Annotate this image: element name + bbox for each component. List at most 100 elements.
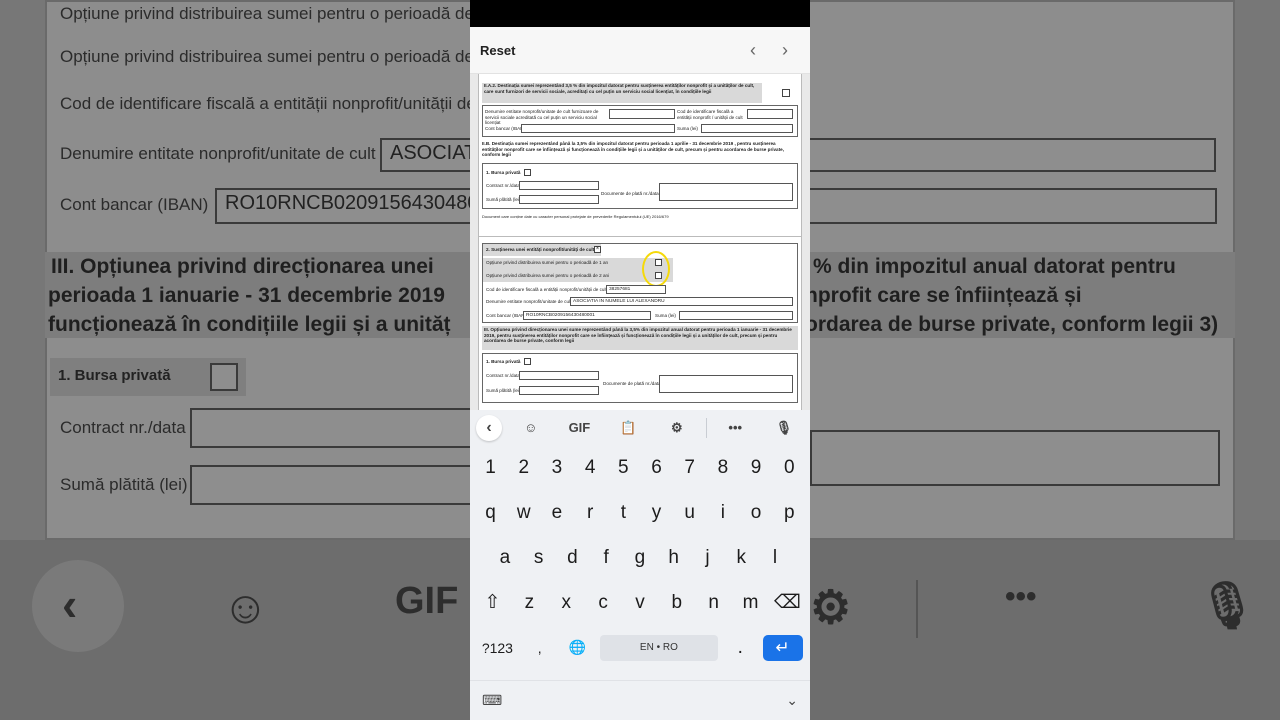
clipboard-icon[interactable]: 📋 <box>608 414 648 442</box>
bg-more-icon: ••• <box>1005 580 1037 613</box>
keyboard-switch-icon[interactable]: ⌨ <box>482 692 502 709</box>
b2-cod-label: Cod de identificare fiscală a entității … <box>677 109 743 120</box>
key-w[interactable]: w <box>508 502 539 524</box>
key-8[interactable]: 8 <box>707 457 738 479</box>
key-h[interactable]: h <box>658 547 689 569</box>
shift-icon[interactable]: ⇧ <box>477 591 508 614</box>
system-nav-bar: ⌨ ⌄ <box>470 680 810 720</box>
bursa-label-2: 1. Bursa privată <box>486 359 521 364</box>
key-u[interactable]: u <box>674 502 705 524</box>
document-view[interactable]: II.A.2. Destinația sumei reprezentând 3,… <box>470 74 810 410</box>
keyboard-row-3: ⇧ z x c v b n m ⌫ <box>470 580 810 625</box>
key-4[interactable]: 4 <box>575 457 606 479</box>
key-6[interactable]: 6 <box>641 457 672 479</box>
keyboard-row-1: q w e r t y u i o p <box>470 490 810 535</box>
key-d[interactable]: d <box>557 547 588 569</box>
p2-suma-field[interactable] <box>679 311 793 320</box>
contract-field-2[interactable] <box>519 371 599 380</box>
bg-gif-icon: GIF <box>395 580 459 622</box>
mic-icon[interactable]: 🎙 <box>764 414 804 442</box>
bg-contract-field <box>190 408 476 448</box>
bg-heading-right-2: nprofit care se înființează și <box>805 284 1082 307</box>
period-key[interactable]: . <box>725 637 756 659</box>
previous-page-button[interactable]: ‹ <box>750 40 756 61</box>
key-1[interactable]: 1 <box>475 457 506 479</box>
key-v[interactable]: v <box>624 592 655 614</box>
hide-keyboard-chevron-icon[interactable]: ⌄ <box>786 692 798 709</box>
key-s[interactable]: s <box>523 547 554 569</box>
backspace-icon[interactable]: ⌫ <box>772 591 803 614</box>
suma-field-2[interactable] <box>519 386 599 395</box>
key-c[interactable]: c <box>588 592 619 614</box>
bursa-checkbox-2[interactable] <box>524 358 531 365</box>
key-2[interactable]: 2 <box>508 457 539 479</box>
key-5[interactable]: 5 <box>608 457 639 479</box>
option-2-years-label: Opțiune privind distribuirea sumei pentr… <box>486 273 610 278</box>
suma-field-1[interactable] <box>519 195 599 204</box>
denumire-field[interactable]: ASOCIATIA IN NUMELE LUI ALEXANDRU <box>570 297 793 306</box>
b2-denumire-field[interactable] <box>609 109 675 119</box>
key-z[interactable]: z <box>514 592 545 614</box>
gear-icon[interactable]: ⚙ <box>657 414 697 442</box>
b2-cod-field[interactable] <box>747 109 793 119</box>
globe-icon[interactable]: 🌐 <box>562 639 593 656</box>
bg-mic-icon: 🎙 <box>1198 579 1257 631</box>
key-a[interactable]: a <box>489 547 520 569</box>
documente-field-2[interactable] <box>659 375 793 393</box>
gif-button[interactable]: GIF <box>559 414 599 442</box>
key-g[interactable]: g <box>624 547 655 569</box>
key-i[interactable]: i <box>707 502 738 524</box>
key-7[interactable]: 7 <box>674 457 705 479</box>
key-p[interactable]: p <box>774 502 805 524</box>
key-j[interactable]: j <box>692 547 723 569</box>
bg-separator <box>916 580 918 638</box>
key-o[interactable]: o <box>741 502 772 524</box>
documente-field-1[interactable] <box>659 183 793 201</box>
key-n[interactable]: n <box>698 592 729 614</box>
key-f[interactable]: f <box>591 547 622 569</box>
contract-field-1[interactable] <box>519 181 599 190</box>
documente-label-2: Documente de plată nr./data <box>603 381 661 386</box>
key-x[interactable]: x <box>551 592 582 614</box>
b2-cont-field[interactable] <box>521 124 675 133</box>
bg-heading-left-2: perioada 1 ianuarie - 31 decembrie 2019 <box>48 284 445 307</box>
symbols-key[interactable]: ?123 <box>477 640 517 656</box>
sec-b-title: II.B. Destinația sumei reprezentând până… <box>482 141 784 158</box>
keyboard-row-2: a s d f g h j k l <box>470 535 810 580</box>
bg-contract-label: Contract nr./data <box>60 418 186 437</box>
key-t[interactable]: t <box>608 502 639 524</box>
sustinere-checkbox[interactable]: × <box>594 246 601 253</box>
toolbar-separator <box>705 417 707 438</box>
enter-icon[interactable]: ↵ <box>762 634 803 661</box>
bg-iban-label: Cont bancar (IBAN) <box>60 195 209 214</box>
b2-checkbox[interactable] <box>782 89 790 97</box>
key-3[interactable]: 3 <box>541 457 572 479</box>
emoji-comma-key[interactable]: , <box>524 640 555 656</box>
key-b[interactable]: b <box>661 592 692 614</box>
key-q[interactable]: q <box>475 502 506 524</box>
key-r[interactable]: r <box>575 502 606 524</box>
key-9[interactable]: 9 <box>741 457 772 479</box>
next-page-button[interactable]: › <box>782 40 788 61</box>
space-bar[interactable]: EN • RO <box>599 634 718 661</box>
iban-field[interactable]: RO10RNCB0209156430480001 <box>523 311 651 320</box>
key-0[interactable]: 0 <box>774 457 805 479</box>
sticker-icon[interactable]: ☺ <box>511 414 551 442</box>
bg-bursa-checkbox <box>210 363 238 391</box>
chevron-left-icon[interactable]: ‹ <box>476 414 502 441</box>
yellow-highlight-circle <box>642 251 670 287</box>
bg-fiscal-code-label: Cod de identificare fiscală a entității … <box>60 94 476 113</box>
comma-label: , <box>537 639 542 656</box>
reset-button[interactable]: Reset <box>480 43 515 58</box>
bursa-checkbox-1[interactable] <box>524 169 531 176</box>
b2-suma-field[interactable] <box>701 124 793 133</box>
key-m[interactable]: m <box>735 592 766 614</box>
key-y[interactable]: y <box>641 502 672 524</box>
key-e[interactable]: e <box>541 502 572 524</box>
key-l[interactable]: l <box>760 547 791 569</box>
key-k[interactable]: k <box>726 547 757 569</box>
cod-fiscal-label: Cod de identificare fiscală a entității … <box>486 287 607 292</box>
more-icon[interactable]: ••• <box>715 414 755 442</box>
pdf-page-2: 2. Susținerea unei entități nonprofit/un… <box>478 236 802 410</box>
cod-fiscal-field[interactable]: 38257681 <box>606 285 666 294</box>
